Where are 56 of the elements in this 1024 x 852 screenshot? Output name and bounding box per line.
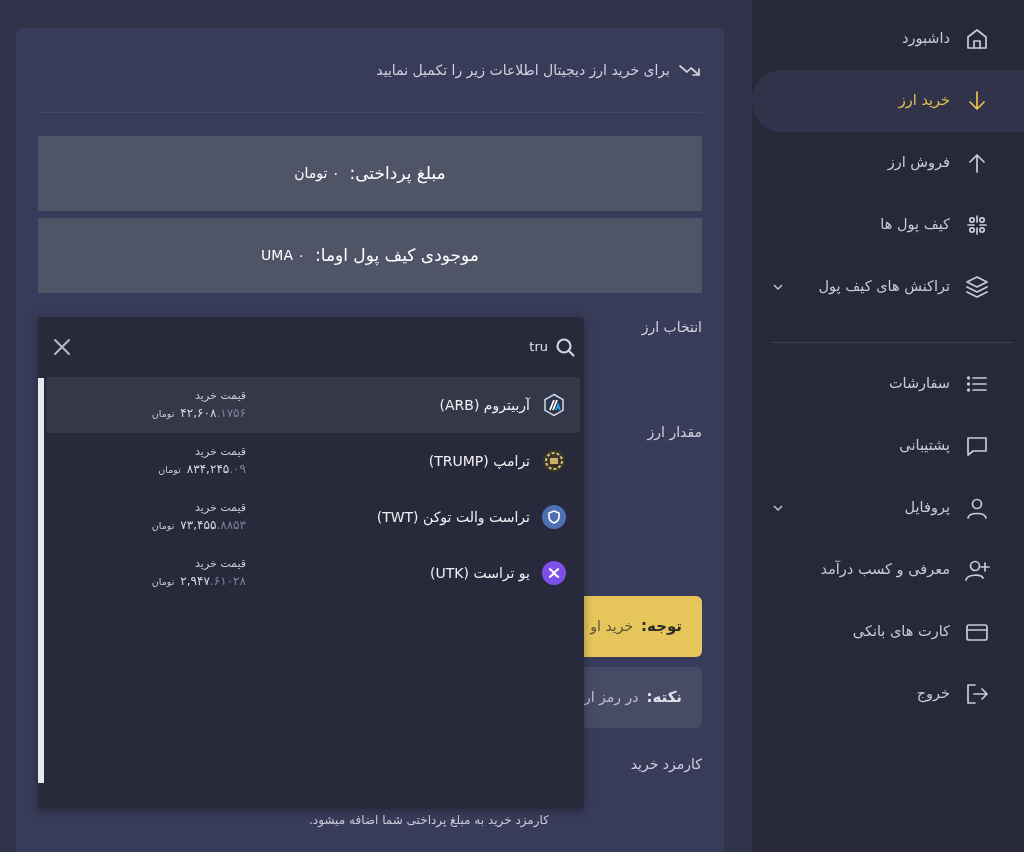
- summary-value: ۰ تومان: [294, 164, 340, 184]
- summary-value: ۰ UMA: [261, 246, 305, 265]
- sidebar-item[interactable]: فروش ارز: [752, 132, 1024, 194]
- sidebar-item[interactable]: معرفی و کسب درآمد: [752, 539, 1024, 601]
- hexagon-logo-icon: [542, 393, 566, 417]
- price-value: ۴۲,۶۰۸.۱۷۵۶: [180, 405, 246, 423]
- close-button[interactable]: [52, 337, 72, 357]
- currency-option[interactable]: آربیتروم (ARB) قیمت خرید ۴۲,۶۰۸.۱۷۵۶ تومان: [46, 377, 580, 433]
- summary-label: مبلغ پرداختی:: [349, 161, 446, 186]
- sidebar-item[interactable]: پشتیبانی: [752, 415, 1024, 477]
- sidebar-item[interactable]: خرید ارز: [752, 70, 1024, 132]
- alert-title: نکته:: [646, 687, 682, 709]
- price-value: ۸۳۴,۲۴۵.۰۹: [186, 461, 246, 479]
- price-label: قیمت خرید: [194, 387, 246, 404]
- logout-icon: [964, 681, 990, 707]
- round-logo-icon: [542, 449, 566, 473]
- search-icon: [554, 336, 576, 358]
- price-unit: تومان: [151, 575, 175, 590]
- currency-name: ترامپ (TRUMP): [428, 451, 530, 472]
- summary-label: موجودی کیف پول اوما:: [315, 243, 479, 268]
- sidebar-item[interactable]: تراکنش های کیف پول: [752, 256, 1024, 318]
- home-icon: [964, 26, 990, 52]
- shield-logo-icon: [542, 505, 566, 529]
- currency-name: آربیتروم (ARB): [439, 395, 530, 416]
- field-label: انتخاب ارز: [640, 318, 702, 338]
- sidebar-item[interactable]: پروفایل: [752, 477, 1024, 539]
- field-label: کارمزد خرید: [629, 755, 702, 775]
- cross-logo-icon: [542, 561, 566, 585]
- hint-text: کارمزد خرید به مبلغ پرداختی شما اضافه میشود.: [308, 812, 550, 829]
- sidebar-item[interactable]: داشبورد: [752, 8, 1024, 70]
- currency-name: یو تراست (UTK): [430, 563, 530, 584]
- field-label: مقدار ارز: [646, 423, 702, 443]
- currency-option[interactable]: یو تراست (UTK) قیمت خرید ۲,۹۴۷.۶۱۰۲۸ تومان: [46, 545, 580, 601]
- price-value: ۷۳,۴۵۵.۸۸۵۳: [180, 517, 246, 535]
- currency-name: تراست والت توکن (TWT): [376, 507, 530, 528]
- search-field[interactable]: tru: [128, 337, 548, 357]
- sidebar-item[interactable]: کارت های بانکی: [752, 601, 1024, 663]
- price-label: قیمت خرید: [194, 443, 246, 460]
- price-unit: تومان: [151, 407, 175, 422]
- price-unit: تومان: [158, 463, 181, 478]
- alert-text: خرید او: [590, 617, 634, 637]
- sidebar-item[interactable]: کیف پول ها: [752, 194, 1024, 256]
- alert-text: در رمز ار: [583, 688, 639, 708]
- price-label: قیمت خرید: [194, 499, 246, 516]
- price-value: ۲,۹۴۷.۶۱۰۲۸: [180, 573, 246, 591]
- sidebar-item[interactable]: سفارشات: [752, 353, 1024, 415]
- currency-option[interactable]: تراست والت توکن (TWT) قیمت خرید ۷۳,۴۵۵.۸۸۵۳ تومان: [46, 489, 580, 545]
- currency-option[interactable]: ترامپ (TRUMP) قیمت خرید ۸۳۴,۲۴۵.۰۹ تومان: [46, 433, 580, 489]
- price-unit: تومان: [151, 519, 175, 534]
- grid-dots-icon: [964, 212, 990, 238]
- sidebar-item[interactable]: خروج: [752, 663, 1024, 725]
- price-label: قیمت خرید: [194, 555, 246, 572]
- scrollbar[interactable]: [38, 378, 44, 783]
- layers-icon: [964, 274, 990, 300]
- alert-title: توجه:: [641, 616, 682, 638]
- section-title: برای خرید ارز دیجیتال اطلاعات زیر را تکمیل نمایید: [376, 60, 670, 81]
